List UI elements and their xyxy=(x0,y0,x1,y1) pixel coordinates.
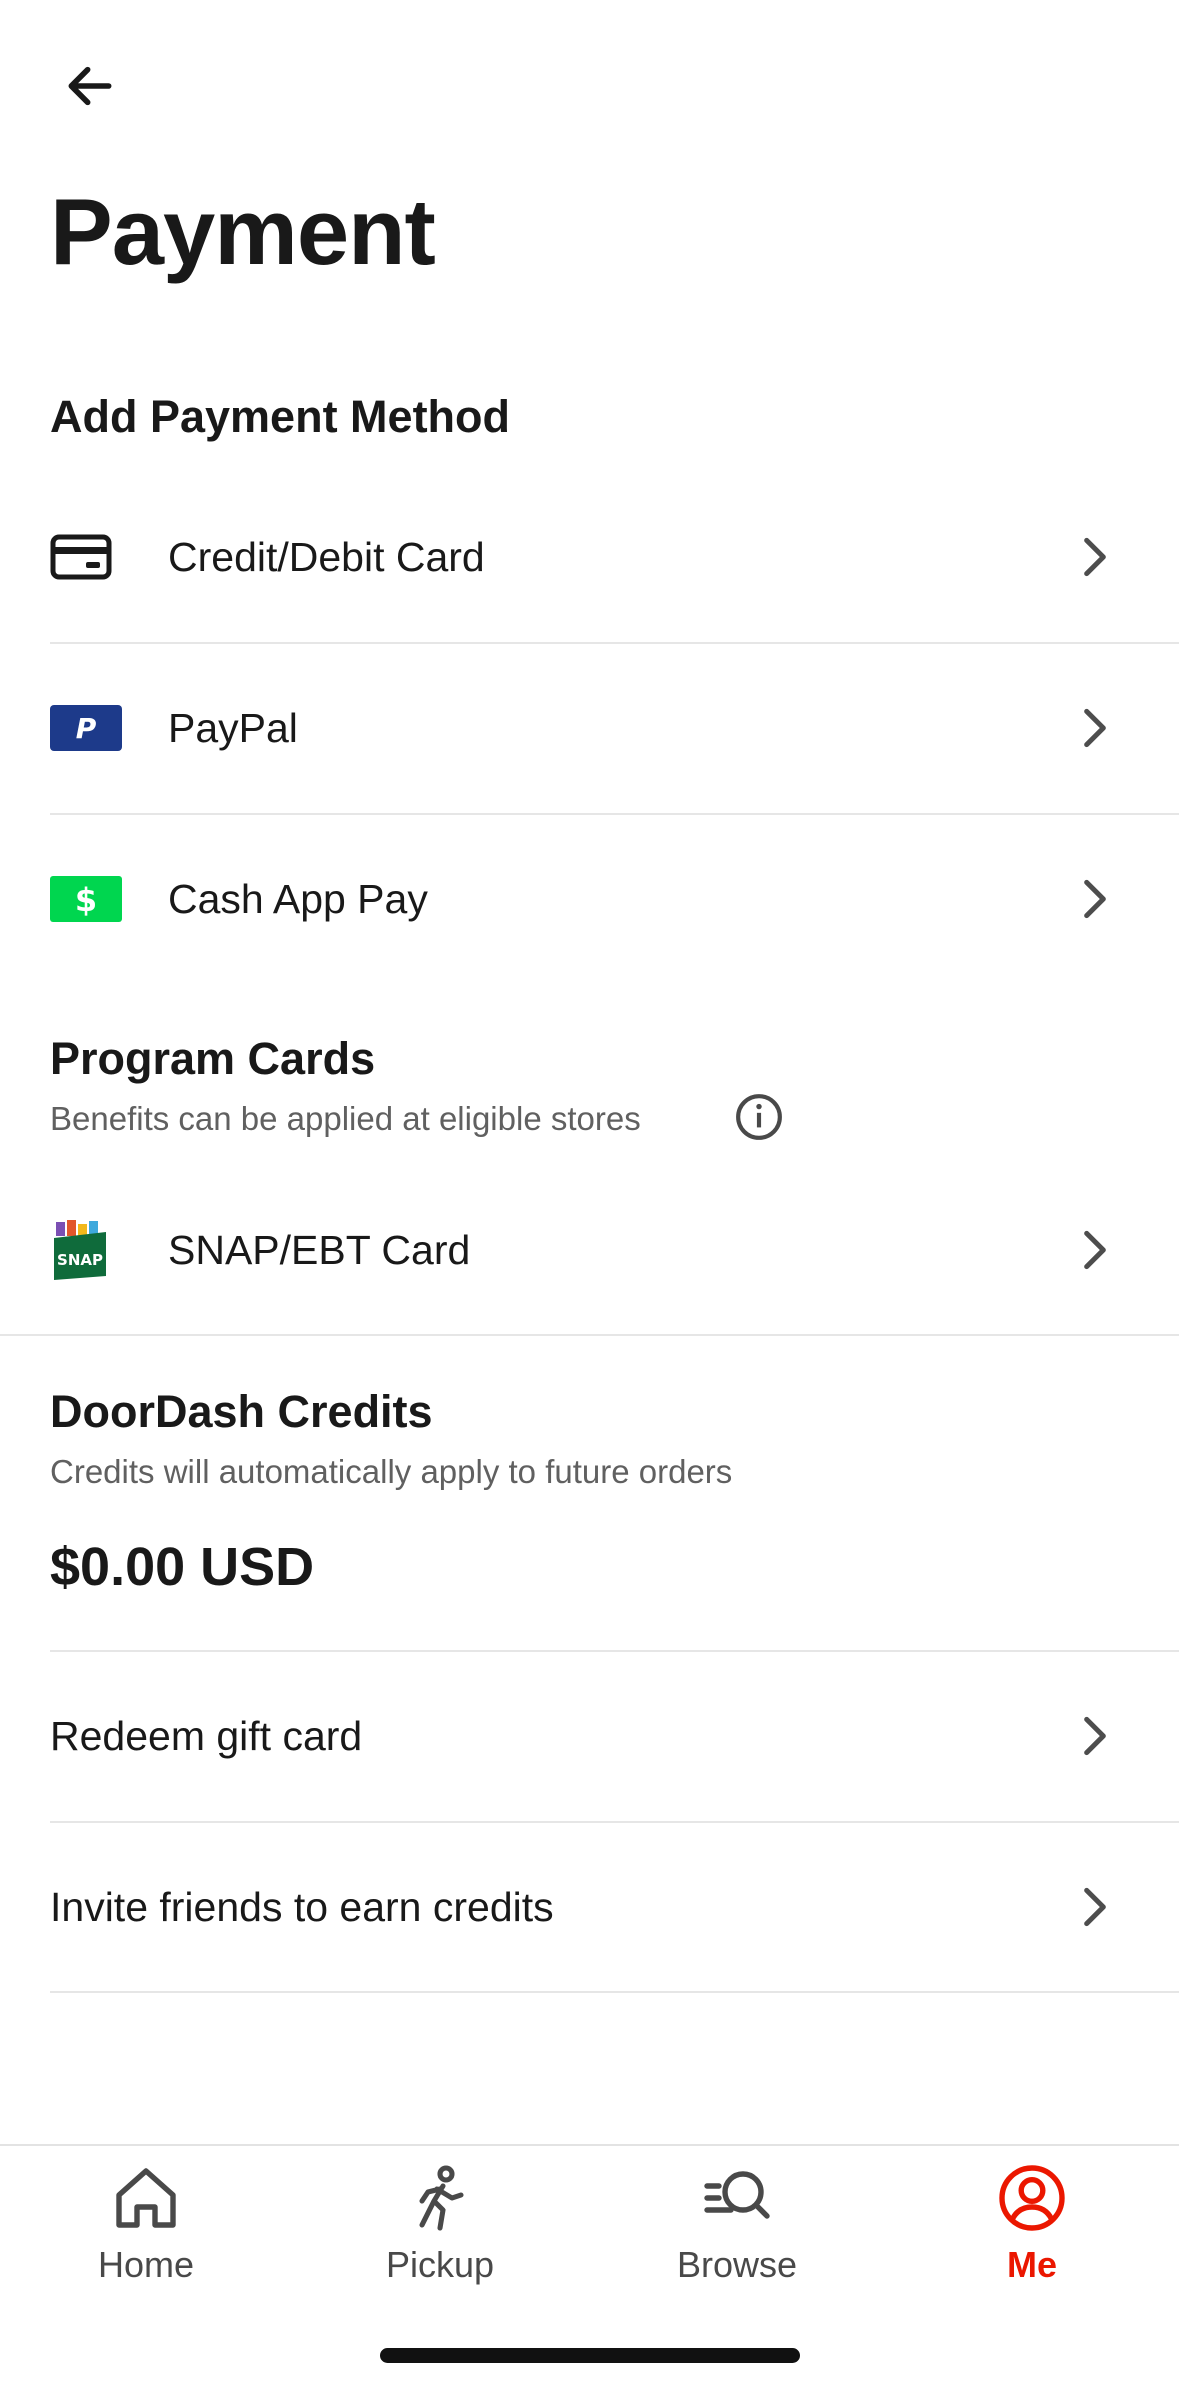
chevron-right-icon xyxy=(1084,1230,1106,1270)
paypal-label: PayPal xyxy=(168,704,298,751)
tab-me-label: Me xyxy=(1006,2244,1057,2285)
section-divider xyxy=(0,1334,1179,1336)
credit-debit-card-row[interactable]: Credit/Debit Card xyxy=(0,472,1179,642)
redeem-gift-card-row[interactable]: Redeem gift card xyxy=(0,1651,1179,1821)
chevron-right-icon xyxy=(1084,1716,1106,1756)
credit-debit-card-label: Credit/Debit Card xyxy=(168,533,485,580)
chevron-right-icon xyxy=(1084,708,1106,748)
add-payment-heading: Add Payment Method xyxy=(50,391,511,442)
tab-home[interactable]: Home xyxy=(46,2162,246,2312)
chevron-right-icon xyxy=(1084,537,1106,577)
credit-card-icon xyxy=(50,534,112,580)
home-icon xyxy=(116,2168,176,2228)
program-cards-subtext: Benefits can be applied at eligible stor… xyxy=(50,1100,641,1137)
browse-search-icon xyxy=(704,2171,770,2219)
divider xyxy=(50,1991,1179,1993)
tab-browse[interactable]: Browse xyxy=(637,2162,837,2312)
snap-ebt-icon: SNAP xyxy=(50,1218,110,1282)
doordash-credits-subtext: Credits will automatically apply to futu… xyxy=(50,1453,733,1490)
invite-friends-label: Invite friends to earn credits xyxy=(50,1883,554,1930)
info-icon[interactable] xyxy=(734,1092,784,1147)
redeem-gift-card-label: Redeem gift card xyxy=(50,1712,363,1759)
page-title: Payment xyxy=(50,179,436,284)
program-cards-heading: Program Cards xyxy=(50,1033,376,1084)
chevron-right-icon xyxy=(1084,879,1106,919)
snap-ebt-card-row[interactable]: SNAP SNAP/EBT Card xyxy=(0,1165,1179,1335)
snap-ebt-card-label: SNAP/EBT Card xyxy=(168,1226,471,1273)
doordash-credits-heading: DoorDash Credits xyxy=(50,1386,433,1437)
svg-text:SNAP: SNAP xyxy=(57,1251,103,1269)
cash-app-icon: $ xyxy=(50,876,122,922)
paypal-row[interactable]: P PayPal xyxy=(0,643,1179,813)
svg-text:P: P xyxy=(76,712,97,745)
tab-pickup[interactable]: Pickup xyxy=(340,2162,540,2312)
cash-app-pay-row[interactable]: $ Cash App Pay xyxy=(0,814,1179,984)
arrow-left-icon xyxy=(68,66,112,106)
invite-friends-row[interactable]: Invite friends to earn credits xyxy=(0,1822,1179,1992)
tab-home-label: Home xyxy=(97,2244,195,2285)
home-indicator xyxy=(380,2348,800,2363)
user-profile-icon xyxy=(999,2165,1065,2231)
tab-pickup-label: Pickup xyxy=(385,2244,495,2285)
walking-person-icon xyxy=(419,2165,464,2231)
credits-balance: $0.00 USD xyxy=(50,1537,315,1597)
paypal-icon: P xyxy=(50,705,122,751)
tab-me[interactable]: Me xyxy=(932,2162,1132,2312)
chevron-right-icon xyxy=(1084,1887,1106,1927)
back-button[interactable] xyxy=(48,44,132,128)
tab-browse-label: Browse xyxy=(676,2244,798,2285)
cash-app-pay-label: Cash App Pay xyxy=(168,875,428,922)
svg-text:$: $ xyxy=(75,881,97,919)
